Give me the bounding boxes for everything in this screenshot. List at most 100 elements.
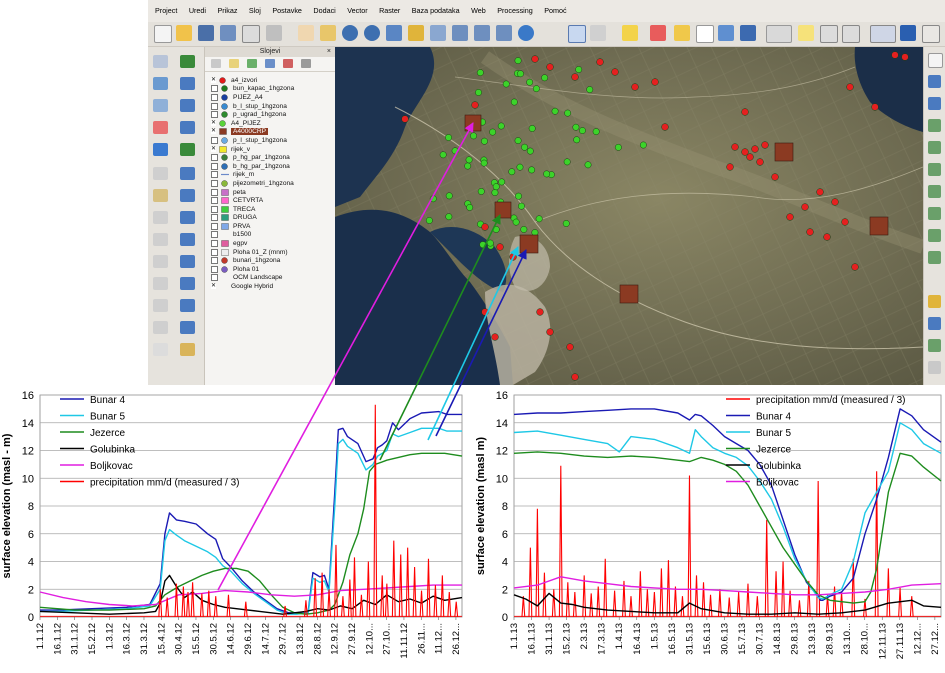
toolbox-icon[interactable] bbox=[928, 339, 941, 352]
deselect-icon[interactable] bbox=[650, 25, 666, 41]
add-wcs-icon[interactable] bbox=[180, 189, 195, 202]
identify-icon[interactable] bbox=[568, 25, 586, 43]
layer-visibility-checkbox[interactable]: ✕ bbox=[211, 146, 216, 152]
save-as-icon[interactable] bbox=[220, 25, 236, 41]
delete-selected-icon[interactable] bbox=[153, 121, 168, 134]
measure-icon[interactable] bbox=[766, 25, 792, 43]
close-icon[interactable]: × bbox=[327, 47, 331, 57]
layer-item[interactable]: Ploha 01_Z (mnm) bbox=[211, 248, 335, 257]
layer-item[interactable]: DRUGA bbox=[211, 214, 335, 223]
rotate-icon[interactable] bbox=[153, 343, 168, 356]
layer-item[interactable]: ✕ rijek_v bbox=[211, 145, 335, 154]
layer-item[interactable]: ✕ a4_izvori bbox=[211, 76, 335, 85]
layer-visibility-checkbox[interactable] bbox=[211, 93, 218, 101]
layer-visibility-checkbox[interactable] bbox=[211, 248, 218, 256]
add-delimited-text-icon[interactable] bbox=[180, 143, 195, 156]
add-mssql-icon[interactable] bbox=[180, 255, 195, 268]
add-spatialite-icon[interactable] bbox=[180, 121, 195, 134]
dissolve-icon[interactable] bbox=[928, 207, 941, 220]
attribute-table-icon[interactable] bbox=[718, 25, 734, 41]
layer-visibility-checkbox[interactable] bbox=[211, 102, 218, 110]
pencil-icon[interactable] bbox=[153, 167, 168, 180]
show-bookmarks-icon[interactable] bbox=[842, 25, 860, 43]
menu-pomoc[interactable]: Pomoć bbox=[544, 0, 566, 22]
buffer-icon[interactable] bbox=[928, 163, 941, 176]
layer-item[interactable]: Ploha 01 bbox=[211, 265, 335, 274]
plugin-icon[interactable] bbox=[928, 295, 941, 308]
layer-item[interactable]: TRECA bbox=[211, 205, 335, 214]
menu-uredi[interactable]: Uredi bbox=[189, 0, 206, 22]
zoom-next-icon[interactable] bbox=[474, 25, 490, 41]
graph-icon[interactable] bbox=[928, 361, 941, 374]
layer-visibility-checkbox[interactable]: ✕ bbox=[211, 120, 216, 126]
layer-visibility-checkbox[interactable] bbox=[211, 214, 218, 222]
layer-item[interactable]: OCM Landscape bbox=[211, 274, 335, 283]
menu-processing[interactable]: Processing bbox=[497, 0, 533, 22]
field-calculator-icon[interactable] bbox=[674, 25, 690, 41]
menu-web[interactable]: Web bbox=[471, 0, 486, 22]
save-edits-icon[interactable] bbox=[153, 211, 168, 224]
layer-visibility-checkbox[interactable]: ✕ bbox=[211, 128, 216, 135]
layer-visibility-checkbox[interactable] bbox=[211, 240, 218, 248]
menu-raster[interactable]: Raster bbox=[379, 0, 400, 22]
intersect-icon[interactable] bbox=[928, 251, 941, 264]
scale-icon[interactable] bbox=[928, 53, 943, 68]
new-project-icon[interactable] bbox=[154, 25, 172, 43]
layer-visibility-checkbox[interactable] bbox=[211, 274, 218, 282]
layer-item[interactable]: b_l_stup_1hgzona bbox=[211, 102, 335, 111]
layer-visibility-checkbox[interactable] bbox=[211, 205, 218, 213]
print-composer-icon[interactable] bbox=[242, 25, 260, 43]
open-project-icon[interactable] bbox=[176, 25, 192, 41]
pan-to-selection-icon[interactable] bbox=[320, 25, 336, 41]
zoom-out-icon[interactable] bbox=[364, 25, 380, 41]
vector-tool-icon[interactable] bbox=[928, 119, 941, 132]
refresh-icon[interactable] bbox=[518, 25, 534, 41]
split-features-icon[interactable] bbox=[153, 299, 168, 312]
new-spatialite-layer-icon[interactable] bbox=[180, 321, 195, 334]
georeferencer-icon[interactable] bbox=[928, 75, 941, 88]
layer-visibility-checkbox[interactable] bbox=[211, 162, 218, 170]
open-layer-styling-icon[interactable] bbox=[211, 59, 221, 68]
layer-item[interactable]: pijezometri_1hgzona bbox=[211, 179, 335, 188]
map-tips-icon[interactable] bbox=[798, 25, 814, 41]
add-postgis-icon[interactable] bbox=[180, 99, 195, 112]
expression-icon[interactable] bbox=[696, 25, 714, 43]
layer-item[interactable]: ✕ Google Hybrid bbox=[211, 282, 335, 291]
move-feature-icon[interactable] bbox=[153, 77, 168, 90]
add-wms-icon[interactable] bbox=[180, 167, 195, 180]
digitize-point-icon[interactable] bbox=[153, 55, 168, 68]
edit-icon[interactable] bbox=[153, 189, 168, 202]
layer-item[interactable]: p_l_stup_1hgzona bbox=[211, 136, 335, 145]
layer-item[interactable]: b_hg_par_1hgzona bbox=[211, 162, 335, 171]
merge-features-icon[interactable] bbox=[153, 321, 168, 334]
layer-visibility-checkbox[interactable] bbox=[211, 179, 218, 187]
copy-features-icon[interactable] bbox=[153, 255, 168, 268]
layer-item[interactable]: b1500 bbox=[211, 231, 335, 240]
collapse-all-icon[interactable] bbox=[283, 59, 293, 68]
layer-item[interactable]: ✕ A4_PIJEZ bbox=[211, 119, 335, 128]
layer-item[interactable]: bunari_1hgzona bbox=[211, 256, 335, 265]
zoom-last-icon[interactable] bbox=[452, 25, 468, 41]
geoprocessing-icon[interactable] bbox=[928, 141, 941, 154]
add-raster-icon[interactable] bbox=[180, 77, 195, 90]
layer-visibility-checkbox[interactable]: ✕ bbox=[211, 283, 216, 290]
union-icon[interactable] bbox=[928, 229, 941, 242]
help-icon[interactable] bbox=[900, 25, 916, 41]
layer-visibility-checkbox[interactable] bbox=[211, 197, 218, 205]
layer-visibility-checkbox[interactable] bbox=[211, 231, 218, 239]
menu-project[interactable]: Project bbox=[155, 0, 177, 22]
layer-item[interactable]: PRVA bbox=[211, 222, 335, 231]
filter-legend-icon[interactable] bbox=[247, 59, 257, 68]
layer-item[interactable]: CETVRTA bbox=[211, 196, 335, 205]
bookmark-icon[interactable] bbox=[820, 25, 838, 43]
select-features-icon[interactable] bbox=[622, 25, 638, 41]
zoom-full-icon[interactable] bbox=[386, 25, 402, 41]
new-shapefile-icon[interactable] bbox=[180, 299, 195, 312]
clip-icon[interactable] bbox=[928, 185, 941, 198]
paste-features-icon[interactable] bbox=[153, 277, 168, 290]
add-virtual-layer-icon[interactable] bbox=[180, 277, 195, 290]
layer-item[interactable]: bun_kapac_1hgzona bbox=[211, 85, 335, 94]
menu-vector[interactable]: Vector bbox=[347, 0, 367, 22]
zoom-in-icon[interactable] bbox=[342, 25, 358, 41]
add-group-icon[interactable] bbox=[229, 59, 239, 68]
